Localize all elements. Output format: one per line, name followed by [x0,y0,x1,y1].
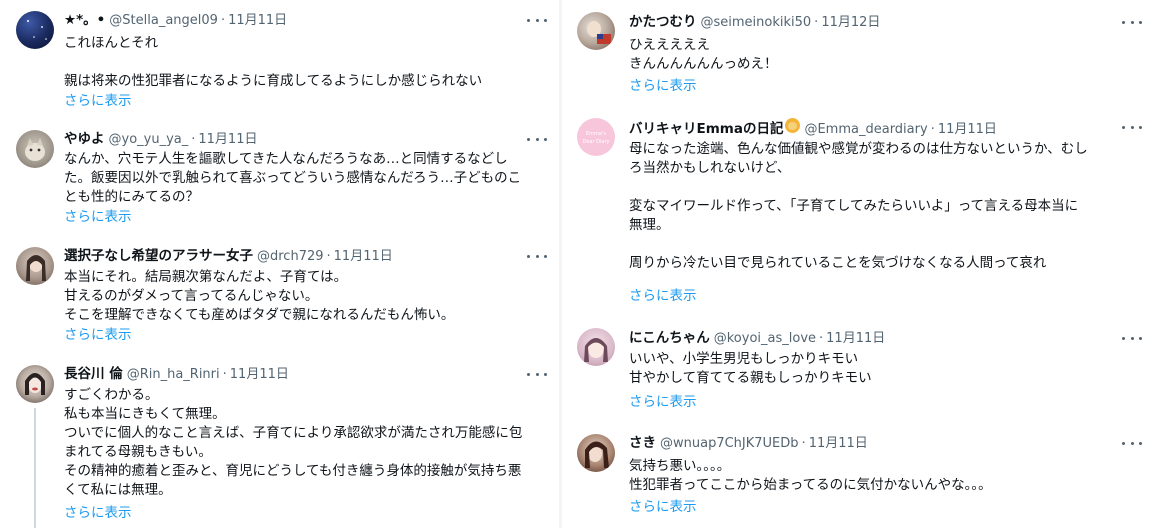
show-more-link[interactable]: さらに表示 [629,498,697,517]
avatar[interactable] [16,130,54,168]
timestamp[interactable]: 11月11日 [938,121,997,139]
more-options-icon[interactable] [527,132,547,146]
show-more-link[interactable]: さらに表示 [64,504,132,523]
reply-column-left: ★*。• @Stella_angel09 · 11月11日 これほんとそれ 親は… [0,0,558,528]
tweet-header: にこんちゃん @koyoi_as_love · 11月11日 [629,329,886,348]
more-options-icon[interactable] [527,249,547,263]
tweet-header: ★*。• @Stella_angel09 · 11月11日 [64,11,288,30]
logo-text-2: Dear Diary [583,139,610,145]
tweet-text: なんか、穴モテ人生を謳歌してきた人なんだろうなあ…と同情するなどし た。飯要因以… [64,151,522,205]
reply-tweet[interactable]: ★*。• @Stella_angel09 · 11月11日 これほんとそれ 親は… [0,0,558,118]
reply-tweet[interactable]: にこんちゃん @koyoi_as_love · 11月11日 いいや、小学生男児… [562,320,1156,424]
reply-tweet[interactable]: 選択子なし希望のアラサー女子 @drch729 · 11月11日 本当にそれ。結… [0,238,558,350]
avatar[interactable] [16,365,54,403]
tweet-header: バリキャリEmmaの日記 @Emma_deardiary · 11月11日 [629,118,997,139]
reply-tweet[interactable]: Emma's Dear Diary バリキャリEmmaの日記 @Emma_dear… [562,110,1156,320]
user-handle[interactable]: @seimeinokiki50 [701,14,812,32]
display-name[interactable]: ★*。• [64,11,105,29]
timestamp[interactable]: 11月11日 [230,366,289,384]
lion-emoji-icon [785,118,801,133]
display-name[interactable]: 長谷川 倫 [64,365,123,383]
user-handle[interactable]: @yo_yu_ya_ [109,131,189,149]
display-name[interactable]: やゆよ [64,130,105,148]
more-options-icon[interactable] [1122,120,1142,134]
tweet-text: 母になった途端、色んな価値観や感覚が変わるのは仕方ないというか、むし ろ当然かも… [629,141,1088,271]
cat-icon [25,138,45,161]
tweet-text: すごくわかる。 私も本当にきもくて無理。 ついでに個人的なこと言えば、子育てによ… [64,387,523,498]
user-handle[interactable]: @Stella_angel09 [109,12,218,30]
user-handle[interactable]: @koyoi_as_love [714,330,816,348]
avatar[interactable] [577,12,615,50]
show-more-link[interactable]: さらに表示 [629,287,697,306]
reply-column-right: かたつむり @seimeinokiki50 · 11月12日 ひえええええ きん… [562,0,1156,528]
display-name[interactable]: さき [629,434,656,452]
reply-tweet[interactable]: やゆよ @yo_yu_ya_ · 11月11日 なんか、穴モテ人生を謳歌してきた… [0,120,558,232]
timestamp[interactable]: 11月11日 [334,248,393,266]
avatar[interactable] [577,328,615,366]
timestamp[interactable]: 11月11日 [826,330,885,348]
avatar[interactable] [577,434,615,472]
logo-text-1: Emma's [586,131,606,137]
user-handle[interactable]: @Emma_deardiary [804,121,927,139]
user-handle[interactable]: @Rin_ha_Rinri [127,366,220,384]
tweet-header: 長谷川 倫 @Rin_ha_Rinri · 11月11日 [64,365,289,384]
user-handle[interactable]: @wnuap7ChJK7UEDb [660,435,799,453]
more-options-icon[interactable] [1122,331,1142,345]
display-name[interactable]: バリキャリEmmaの日記 [629,120,783,138]
character-icon [584,338,608,362]
timestamp[interactable]: 11月12日 [821,14,880,32]
tweet-text: これほんとそれ 親は将来の性犯罪者になるように育成してるようにしか感じられない [64,35,483,89]
tweet-header: かたつむり @seimeinokiki50 · 11月12日 [629,13,881,32]
portrait-icon [25,373,45,395]
avatar[interactable] [16,247,54,285]
tweet-text: ひえええええ きんんんんんんっめえ！ [629,37,778,72]
display-name[interactable]: にこんちゃん [629,329,710,347]
reply-tweet[interactable]: かたつむり @seimeinokiki50 · 11月12日 ひえええええ きん… [562,0,1156,106]
more-options-icon[interactable] [527,13,547,27]
display-name[interactable]: かたつむり [629,13,697,31]
thread-line [34,408,36,528]
portrait-icon [587,21,611,44]
user-handle[interactable]: @drch729 [257,248,324,266]
more-options-icon[interactable] [527,367,547,381]
avatar[interactable]: Emma's Dear Diary [577,118,615,156]
tweet-text: 気持ち悪い。。。。 性犯罪者ってここから始まってるのに気付かないんやな。。。 [629,458,992,493]
tweet-text: 本当にそれ。結局親次第なんだよ、子育ては。 甘えるのがダメって言ってるんじゃない… [64,269,455,323]
portrait-icon [26,255,46,281]
diary-logo: Emma's Dear Diary [583,131,610,145]
reply-tweet[interactable]: さき @wnuap7ChJK7UEDb · 11月11日 気持ち悪い。。。。 性… [562,426,1156,528]
timestamp[interactable]: 11月11日 [809,435,868,453]
show-more-link[interactable]: さらに表示 [629,393,697,412]
timestamp[interactable]: 11月11日 [198,131,257,149]
more-options-icon[interactable] [1122,15,1142,29]
show-more-link[interactable]: さらに表示 [64,208,132,227]
show-more-link[interactable]: さらに表示 [64,326,132,345]
tweet-header: さき @wnuap7ChJK7UEDb · 11月11日 [629,434,868,453]
tweet-header: 選択子なし希望のアラサー女子 @drch729 · 11月11日 [64,247,393,266]
tweet-header: やゆよ @yo_yu_ya_ · 11月11日 [64,130,258,149]
avatar-stars-icon [27,20,47,40]
reply-tweet[interactable]: 長谷川 倫 @Rin_ha_Rinri · 11月11日 すごくわかる。 私も本… [0,356,558,528]
portrait-icon [585,441,609,468]
show-more-link[interactable]: さらに表示 [64,92,132,111]
tweet-text: いいや、小学生男児もしっかりキモい 甘やかして育ててる親もしっかりキモい [629,351,872,386]
display-name[interactable]: 選択子なし希望のアラサー女子 [64,247,253,265]
timestamp[interactable]: 11月11日 [228,12,287,30]
show-more-link[interactable]: さらに表示 [629,77,697,96]
more-options-icon[interactable] [1122,436,1142,450]
avatar[interactable] [16,11,54,49]
